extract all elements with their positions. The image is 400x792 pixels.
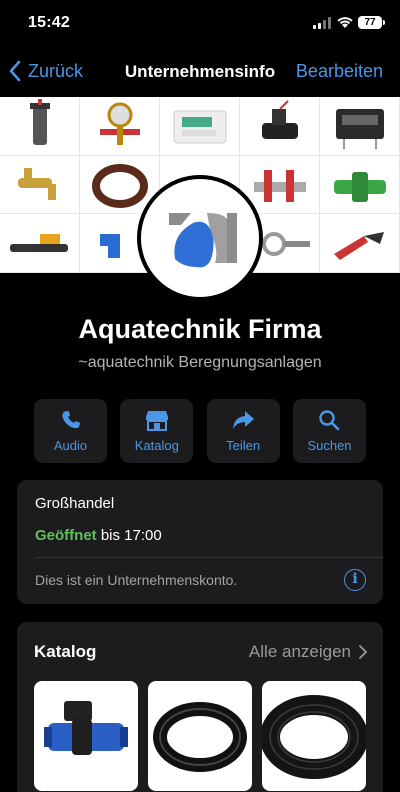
share-button[interactable]: Teilen: [206, 399, 280, 463]
phone-icon: [61, 411, 80, 429]
search-icon: [319, 410, 340, 431]
share-label: Teilen: [226, 438, 261, 453]
catalog-button[interactable]: Katalog: [120, 399, 194, 463]
business-category: Großhandel: [35, 495, 115, 512]
status-bar: 15:42 77: [0, 0, 400, 48]
product-thumb-tap: [0, 155, 80, 215]
opening-hours[interactable]: Geöffnet bis 17:00: [35, 527, 162, 544]
cellular-signal-icon: [313, 17, 331, 29]
product-thumb-controller: [160, 97, 240, 156]
share-arrow-icon: [233, 411, 255, 429]
product-thumb-sprinkler: [0, 97, 80, 156]
audio-button[interactable]: Audio: [34, 399, 107, 463]
audio-label: Audio: [53, 438, 88, 453]
search-button[interactable]: Suchen: [292, 399, 366, 463]
catalog-item-hose-roll[interactable]: [148, 681, 252, 791]
catalog-card: Katalog Alle anzeigen: [17, 622, 383, 792]
see-all-label: Alle anzeigen: [248, 642, 351, 661]
chevron-right-icon: [359, 645, 367, 659]
company-logo: [137, 175, 263, 301]
action-row: Audio Katalog Teilen Suchen: [34, 399, 366, 463]
product-thumb-junction-box: [320, 97, 400, 156]
product-thumb-connector-green: [320, 155, 400, 215]
product-thumb-valve: [240, 97, 320, 156]
catalog-heading: Katalog: [34, 642, 97, 661]
product-thumb-pipe-cutter: [320, 214, 400, 273]
battery-icon: 77: [358, 16, 385, 29]
catalog-items: [34, 681, 366, 791]
wifi-icon: [337, 17, 353, 28]
catalog-label: Katalog: [134, 438, 179, 453]
product-thumb-oscillator: [0, 214, 80, 273]
business-account-note: Dies ist ein Unternehmenskonto.: [35, 572, 238, 588]
info-icon[interactable]: i: [344, 569, 366, 591]
open-status: Geöffnet: [35, 527, 97, 544]
edit-button[interactable]: Bearbeiten: [296, 61, 383, 82]
product-thumb-pressure-gauge: [80, 97, 160, 156]
company-subtitle: ~aquatechnik Beregnungsanlagen: [78, 354, 322, 371]
divider: [35, 557, 383, 558]
status-time: 15:42: [28, 14, 70, 31]
catalog-item-pipe-coil[interactable]: [262, 681, 366, 791]
catalog-item-tee-connector[interactable]: [34, 681, 138, 791]
search-label: Suchen: [307, 438, 352, 453]
nav-bar: Zurück Unternehmensinfo Bearbeiten: [0, 52, 400, 92]
company-name: Aquatechnik Firma: [78, 314, 322, 344]
business-info-card: Großhandel Geöffnet bis 17:00 Dies ist e…: [17, 480, 383, 604]
closing-time: bis 17:00: [100, 527, 162, 544]
storefront-icon: [145, 411, 168, 431]
see-all-link[interactable]: Alle anzeigen: [249, 642, 367, 662]
